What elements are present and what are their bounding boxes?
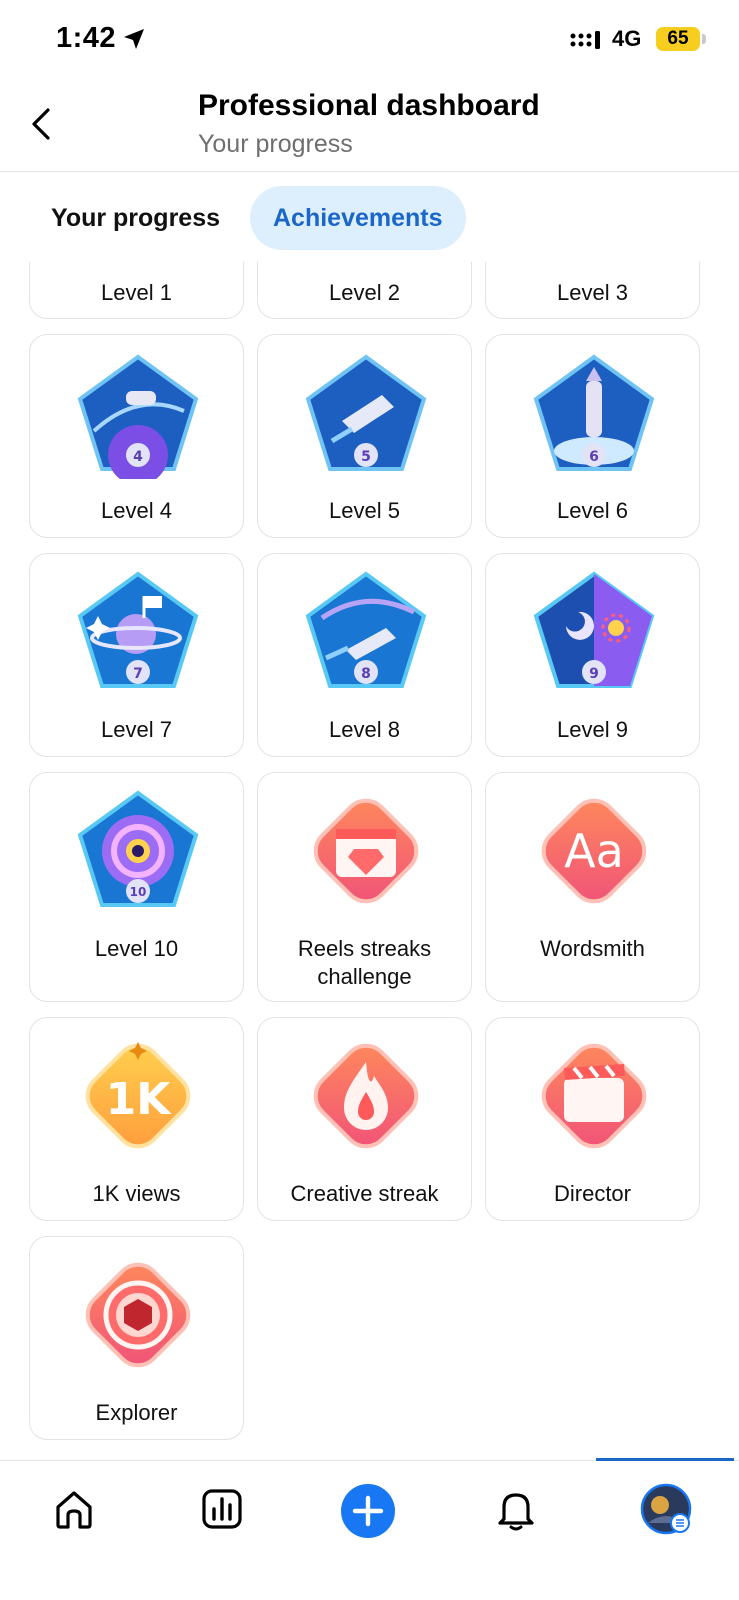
achievement-label: Level 7 bbox=[101, 717, 172, 742]
achievement-label: Level 3 bbox=[557, 280, 628, 305]
views-badge-icon: 1K bbox=[85, 1042, 191, 1149]
achievement-label: Level 1 bbox=[101, 280, 172, 305]
achievement-card-level-10[interactable]: 10 Level 10 bbox=[29, 772, 244, 1002]
achievement-label: Wordsmith bbox=[540, 936, 645, 961]
achievement-card-reels-streaks[interactable]: Reels streaks challenge bbox=[257, 772, 472, 1002]
battery-cap bbox=[702, 34, 706, 44]
achievement-card-level-6[interactable]: 6 Level 6 bbox=[485, 334, 700, 538]
achievement-card-level-2[interactable]: Level 2 bbox=[257, 262, 472, 319]
achievement-card-level-7[interactable]: 7 Level 7 bbox=[29, 553, 244, 757]
page-subtitle: Your progress bbox=[198, 130, 353, 158]
level-number: 5 bbox=[361, 449, 371, 465]
battery-icon: 65 bbox=[656, 27, 700, 51]
achievement-card-level-9[interactable]: 9 Level 9 bbox=[485, 553, 700, 757]
header-divider bbox=[0, 171, 739, 172]
explorer-badge-icon bbox=[85, 1262, 191, 1368]
bottom-nav bbox=[0, 1458, 739, 1600]
level-10-badge-icon: 10 bbox=[77, 790, 199, 907]
achievement-label: Director bbox=[553, 1181, 631, 1206]
achievement-label: Reels streaks challenge bbox=[297, 936, 432, 989]
achievement-label: Level 6 bbox=[557, 498, 628, 523]
tab-your-progress[interactable]: Your progress bbox=[28, 186, 243, 250]
level-4-badge-icon: 4 bbox=[77, 354, 199, 479]
level-6-badge-icon: 6 bbox=[533, 354, 655, 471]
location-arrow-icon bbox=[124, 29, 144, 49]
achievement-card-explorer[interactable]: Explorer bbox=[29, 1236, 244, 1440]
achievement-card-director[interactable]: Director bbox=[485, 1017, 700, 1221]
status-time: 1:42 bbox=[56, 22, 117, 54]
nav-selected-indicator bbox=[596, 1458, 734, 1461]
achievement-card-level-5[interactable]: 5 Level 5 bbox=[257, 334, 472, 538]
achievement-label: Level 4 bbox=[101, 498, 172, 523]
level-number: 4 bbox=[133, 449, 143, 465]
level-9-badge-icon: 9 bbox=[533, 571, 655, 688]
status-bar: 1:42 4G 65 bbox=[0, 0, 739, 80]
achievement-card-level-3[interactable]: Level 3 bbox=[485, 262, 700, 319]
level-number: 6 bbox=[589, 449, 599, 465]
level-8-badge-icon: 8 bbox=[305, 571, 427, 688]
clapperboard-badge-icon bbox=[541, 1043, 647, 1149]
plus-icon[interactable] bbox=[340, 1483, 396, 1539]
level-7-badge-icon: 7 bbox=[77, 571, 199, 688]
achievement-label: Level 9 bbox=[557, 717, 628, 742]
achievement-label: Creative streak bbox=[290, 1181, 439, 1206]
page-title: Professional dashboard bbox=[198, 89, 540, 122]
level-number: 7 bbox=[133, 666, 143, 682]
achievement-label: Explorer bbox=[95, 1400, 178, 1425]
level-number: 8 bbox=[361, 666, 371, 682]
flame-badge-icon bbox=[313, 1043, 419, 1149]
insights-icon[interactable] bbox=[198, 1485, 246, 1533]
battery-level: 65 bbox=[667, 28, 689, 49]
achievements-grid: Level 1 Level 2 Level 3 4 Level 4 5 Leve… bbox=[0, 262, 739, 1460]
network-label: 4G bbox=[612, 26, 642, 51]
bell-icon[interactable] bbox=[492, 1485, 540, 1533]
wordsmith-glyph: Aa bbox=[564, 824, 624, 878]
achievement-card-wordsmith[interactable]: Aa Wordsmith bbox=[485, 772, 700, 1002]
home-icon[interactable] bbox=[50, 1485, 98, 1533]
tab-achievements[interactable]: Achievements bbox=[250, 186, 466, 250]
achievement-card-creative-streak[interactable]: Creative streak bbox=[257, 1017, 472, 1221]
achievement-card-1k-views[interactable]: 1K 1K views bbox=[29, 1017, 244, 1221]
reels-streak-badge-icon bbox=[313, 798, 419, 904]
level-number: 10 bbox=[130, 885, 147, 899]
achievement-card-level-1[interactable]: Level 1 bbox=[29, 262, 244, 319]
avatar[interactable] bbox=[640, 1483, 692, 1535]
level-number: 9 bbox=[589, 666, 599, 682]
level-5-badge-icon: 5 bbox=[305, 354, 427, 471]
achievement-card-level-8[interactable]: 8 Level 8 bbox=[257, 553, 472, 757]
achievement-card-level-4[interactable]: 4 Level 4 bbox=[29, 334, 244, 538]
chevron-left-icon[interactable] bbox=[26, 104, 56, 144]
achievement-label: Level 5 bbox=[329, 498, 400, 523]
achievement-label: Level 2 bbox=[329, 280, 400, 305]
achievement-label: Level 8 bbox=[329, 717, 400, 742]
wordsmith-badge-icon: Aa bbox=[541, 798, 647, 904]
signal-bars-icon bbox=[570, 31, 600, 49]
views-glyph: 1K bbox=[106, 1074, 173, 1125]
achievement-label: Level 10 bbox=[94, 936, 179, 961]
achievement-label: 1K views bbox=[92, 1181, 181, 1206]
